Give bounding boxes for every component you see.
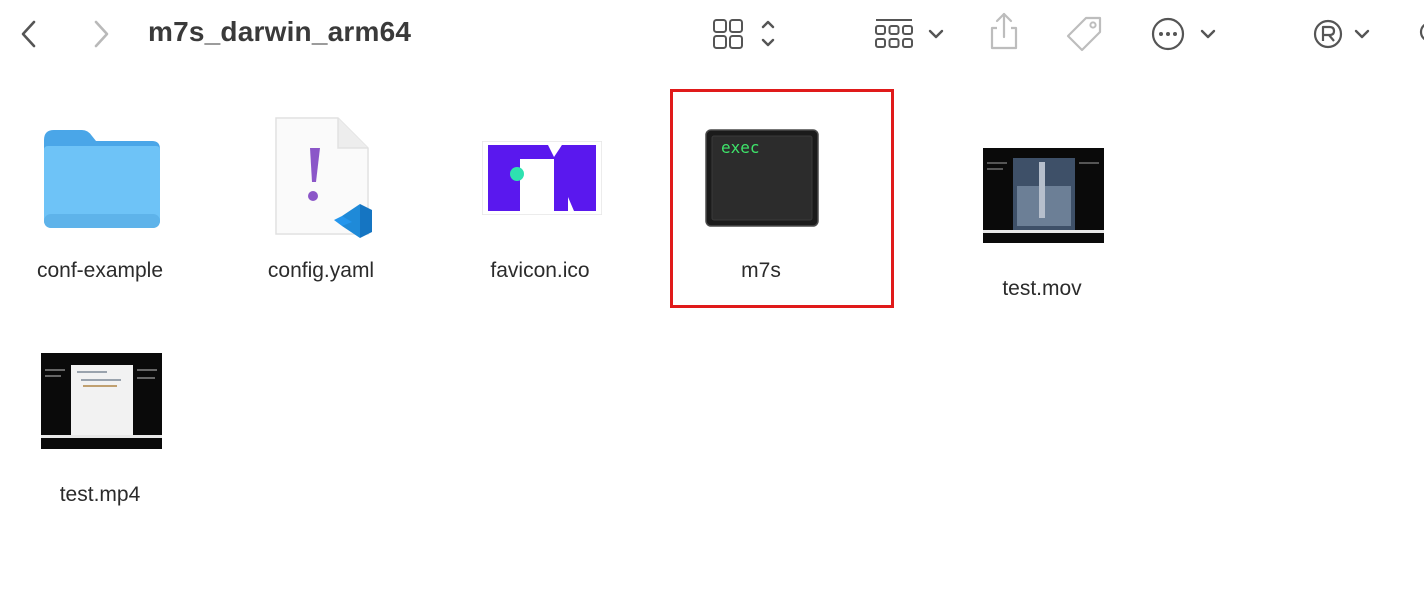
- share-button[interactable]: [984, 10, 1024, 54]
- group-by-button[interactable]: [872, 14, 950, 54]
- tag-button[interactable]: [1062, 12, 1106, 56]
- share-icon: [990, 12, 1018, 50]
- registered-icon: [1313, 19, 1370, 49]
- toolbar: m7s_darwin_arm64: [0, 0, 1424, 70]
- file-name: test.mp4: [59, 483, 141, 506]
- grid-view-icon: [713, 19, 775, 49]
- extension-button[interactable]: [1310, 12, 1380, 56]
- chevron-right-icon: [94, 20, 109, 48]
- tag-icon: [1066, 16, 1102, 52]
- file-name: test.mov: [1002, 277, 1082, 300]
- video-thumbnail-icon: [983, 148, 1104, 243]
- forward-button[interactable]: [84, 14, 118, 54]
- file-name: config.yaml: [267, 259, 375, 282]
- file-name: m7s: [741, 259, 781, 282]
- search-icon: [1419, 23, 1424, 41]
- view-mode-button[interactable]: [708, 14, 788, 54]
- back-button[interactable]: [12, 14, 46, 54]
- search-button[interactable]: [1412, 12, 1424, 56]
- file-name: conf-example: [36, 259, 164, 282]
- exec-badge: exec: [721, 138, 760, 157]
- favicon-image-icon: [482, 141, 602, 215]
- chevron-left-icon: [21, 20, 36, 48]
- more-actions-button[interactable]: [1148, 12, 1220, 56]
- video-thumbnail-icon: [41, 353, 162, 449]
- group-by-icon: [875, 19, 944, 48]
- file-name: favicon.ico: [490, 259, 590, 282]
- yaml-document-icon: [275, 117, 372, 238]
- window-title: m7s_darwin_arm64: [148, 16, 412, 47]
- more-icon: [1151, 17, 1216, 51]
- folder-icon: [44, 130, 160, 228]
